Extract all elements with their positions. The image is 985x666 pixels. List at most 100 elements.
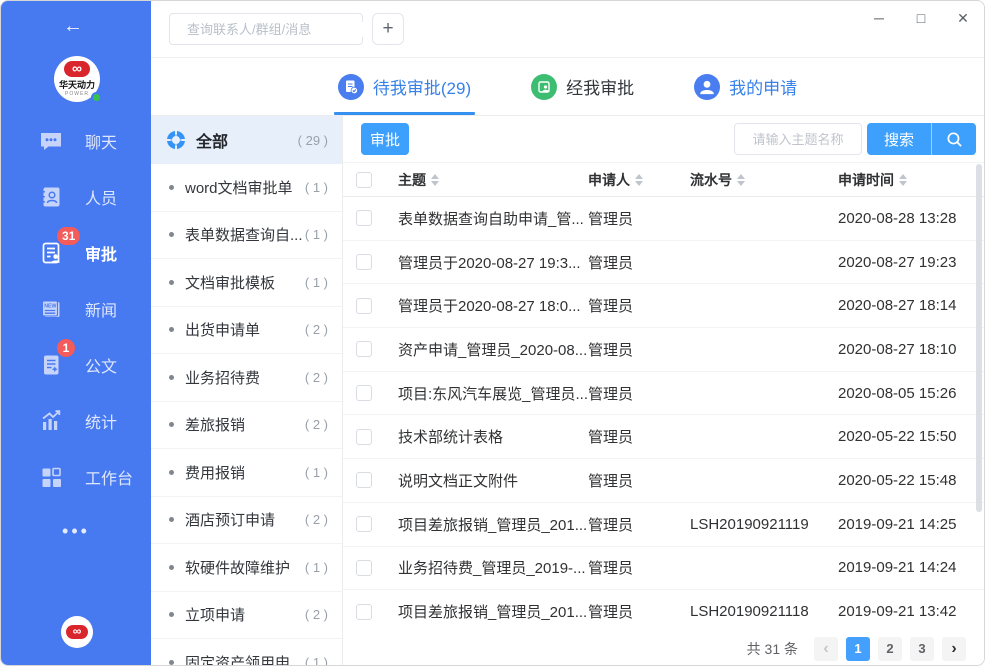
category-item[interactable]: 差旅报销 ( 2 ) [151,402,342,450]
category-label: 费用报销 [185,462,305,483]
user-avatar[interactable]: ∞ 华天动力 POWER [54,56,100,102]
cell-subject: 管理员于2020-08-27 19:3... [398,252,588,273]
bullet-icon [169,612,174,617]
category-item[interactable]: 软硬件故障维护 ( 1 ) [151,544,342,592]
next-page-button[interactable]: › [942,637,966,661]
tab-my-applications[interactable]: 我的申请 [694,58,797,115]
brand-subtext: POWER [65,91,89,97]
tab-approved-by-me[interactable]: 经我审批 [531,58,634,115]
row-checkbox[interactable] [356,385,372,401]
row-checkbox[interactable] [356,472,372,488]
row-checkbox[interactable] [356,298,372,314]
category-item[interactable]: 酒店预订申请 ( 2 ) [151,497,342,545]
back-arrow-icon[interactable]: ← [63,15,83,38]
cell-subject: 管理员于2020-08-27 18:0... [398,295,588,316]
page-button-3[interactable]: 3 [910,637,934,661]
maximize-button[interactable]: □ [912,10,930,26]
table-row[interactable]: 项目:东风汽车展览_管理员... 管理员 2020-08-05 15:26 [343,372,984,416]
header-subject[interactable]: 主题 [398,170,588,190]
search-button[interactable]: 搜索 [867,123,932,155]
sort-icon[interactable] [635,174,643,186]
category-item[interactable]: 文档审批模板 ( 1 ) [151,259,342,307]
contacts-icon [39,185,63,209]
approve-button[interactable]: 审批 [361,123,409,155]
bullet-icon [169,660,174,665]
sort-icon[interactable] [737,174,745,186]
brand-name: 华天动力 [59,78,95,91]
row-checkbox[interactable] [356,604,372,620]
sidebar-item-chat[interactable]: 聊天 [1,113,151,169]
tab-label: 待我审批(29) [373,74,471,99]
scrollbar-thumb[interactable] [976,164,982,512]
row-checkbox[interactable] [356,516,372,532]
table-row[interactable]: 技术部统计表格 管理员 2020-05-22 15:50 [343,415,984,459]
sidebar-item-approval[interactable]: 31 审批 [1,225,151,281]
table-row[interactable]: 说明文档正文附件 管理员 2020-05-22 15:48 [343,459,984,503]
category-count: ( 1 ) [305,560,328,575]
minimize-button[interactable]: ─ [870,10,888,26]
contact-search-box[interactable] [169,13,363,45]
category-count: ( 2 ) [305,370,328,385]
row-checkbox[interactable] [356,341,372,357]
main-region: + ─ □ ✕ 待我审批(29) [151,1,984,665]
table-row[interactable]: 管理员于2020-08-27 19:3... 管理员 2020-08-27 19… [343,241,984,285]
approved-by-me-icon [531,74,557,100]
cell-time: 2020-08-27 18:10 [838,341,984,358]
row-checkbox[interactable] [356,254,372,270]
toolbar-search-area: 搜索 [734,123,976,155]
row-checkbox[interactable] [356,210,372,226]
subject-search-input[interactable] [734,123,862,155]
prev-page-button[interactable]: ‹ [814,637,838,661]
cell-time: 2020-08-28 13:28 [838,210,984,227]
sidebar-item-workbench[interactable]: 工作台 [1,449,151,505]
page-button-2[interactable]: 2 [878,637,902,661]
header-applicant[interactable]: 申请人 [588,170,690,190]
sidebar-item-label: 公文 [85,353,117,377]
all-categories-icon [167,131,185,149]
table-row[interactable]: 资产申请_管理员_2020-08... 管理员 2020-08-27 18:10 [343,328,984,372]
tab-pending-approval[interactable]: 待我审批(29) [338,58,471,115]
category-item[interactable]: 表单数据查询自... ( 1 ) [151,212,342,260]
my-applications-icon [694,74,720,100]
table-row[interactable]: 业务招待费_管理员_2019-... 管理员 2019-09-21 14:24 [343,547,984,591]
sort-icon[interactable] [899,174,907,186]
cell-time: 2020-08-27 19:23 [838,254,984,271]
category-label: 表单数据查询自... [185,224,305,245]
more-options-icon[interactable]: ••• [1,521,151,542]
table-header: 主题 申请人 流水号 申请时间 [343,162,984,197]
category-item[interactable]: 费用报销 ( 1 ) [151,449,342,497]
row-checkbox[interactable] [356,560,372,576]
cell-applicant: 管理员 [588,470,690,491]
add-button[interactable]: + [372,13,404,45]
table-row[interactable]: 管理员于2020-08-27 18:0... 管理员 2020-08-27 18… [343,284,984,328]
category-item[interactable]: 立项申请 ( 2 ) [151,592,342,640]
page-button-1[interactable]: 1 [846,637,870,661]
contact-search-input[interactable] [187,22,363,37]
bullet-icon [169,185,174,190]
row-checkbox[interactable] [356,429,372,445]
sidebar-item-official-doc[interactable]: 1 公文 [1,337,151,393]
sidebar-item-news[interactable]: NEW 新闻 [1,281,151,337]
category-item[interactable]: 固定资产领用申... ( 1 ) [151,639,342,665]
cell-applicant: 管理员 [588,208,690,229]
sort-icon[interactable] [431,174,439,186]
bottom-brand-logo[interactable]: ∞ [61,616,93,648]
select-all-checkbox[interactable] [356,172,372,188]
table-row[interactable]: 项目差旅报销_管理员_201... 管理员 LSH20190921119 201… [343,503,984,547]
header-time[interactable]: 申请时间 [838,170,984,190]
category-all[interactable]: 全部 ( 29 ) [151,116,342,164]
category-label: 固定资产领用申... [185,652,305,665]
close-button[interactable]: ✕ [954,10,972,27]
category-item[interactable]: word文档审批单 ( 1 ) [151,164,342,212]
news-icon: NEW [39,297,63,321]
sidebar-item-people[interactable]: 人员 [1,169,151,225]
category-item[interactable]: 业务招待费 ( 2 ) [151,354,342,402]
category-item[interactable]: 出货申请单 ( 2 ) [151,307,342,355]
category-label: 业务招待费 [185,367,305,388]
table-row[interactable]: 项目差旅报销_管理员_201... 管理员 LSH20190921118 201… [343,590,984,632]
sidebar-item-statistics[interactable]: 统计 [1,393,151,449]
table-row[interactable]: 表单数据查询自助申请_管... 管理员 2020-08-28 13:28 [343,197,984,241]
advanced-search-button[interactable] [932,123,976,155]
header-serial[interactable]: 流水号 [690,170,838,190]
category-count: ( 1 ) [305,227,328,242]
